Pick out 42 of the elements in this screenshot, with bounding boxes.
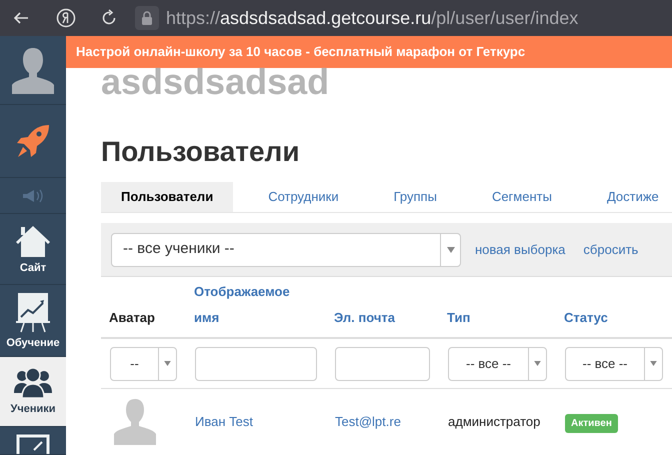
filter-select[interactable]: -- [110,346,177,380]
filter-input[interactable] [195,346,317,380]
tab[interactable]: Группы [374,182,457,212]
tab[interactable]: Сотрудники [248,182,359,212]
caret-icon [534,361,541,366]
column-header[interactable]: Эл. почта [326,305,439,331]
link[interactable]: новая выборка [475,240,566,260]
link[interactable]: сбросить [583,240,638,260]
people-icon [14,367,52,399]
status-badge: Активен [565,414,618,432]
presentation-chart-icon [16,291,50,333]
browser-logo-icon[interactable] [56,8,76,28]
caret-icon [164,361,171,366]
column-header[interactable]: Тип [439,305,556,331]
edit-icon [16,434,50,454]
reload-icon[interactable] [100,9,118,27]
avatar-icon [111,398,159,444]
lock-icon [141,11,153,25]
column-header[interactable]: Отображаемое имя [186,279,326,331]
tab[interactable]: Сегменты [472,182,572,212]
house-icon [14,224,52,258]
user-name-link[interactable]: Иван Test [195,414,253,428]
page-title: Пользователи [101,135,301,169]
filter-input[interactable] [335,346,430,380]
user-type: администратор [448,414,540,428]
column-header: Аватар [108,309,156,327]
speaker-icon [22,188,44,202]
filter-select[interactable]: -- все -- [565,346,663,380]
tab[interactable]: Пользователи [101,182,234,212]
school-title: asdsdsadsad [101,66,330,98]
filter-select[interactable]: -- все -- [448,346,547,380]
tab[interactable]: Достиже [586,182,672,212]
avatar-icon [10,46,56,94]
lock-button[interactable] [135,6,159,30]
sidebar-item[interactable]: Ученики [0,357,66,427]
caret-icon [650,361,657,366]
column-header[interactable]: Статус [556,305,672,331]
rocket-icon [15,123,51,159]
email-link[interactable]: Test@lpt.re [335,414,401,428]
segment-select[interactable]: -- все ученики -- [111,232,461,266]
promo-banner[interactable]: Настрой онлайн-школу за 10 часов - бесплатный марафон от Геткурс [66,36,672,68]
caret-icon [446,246,454,252]
